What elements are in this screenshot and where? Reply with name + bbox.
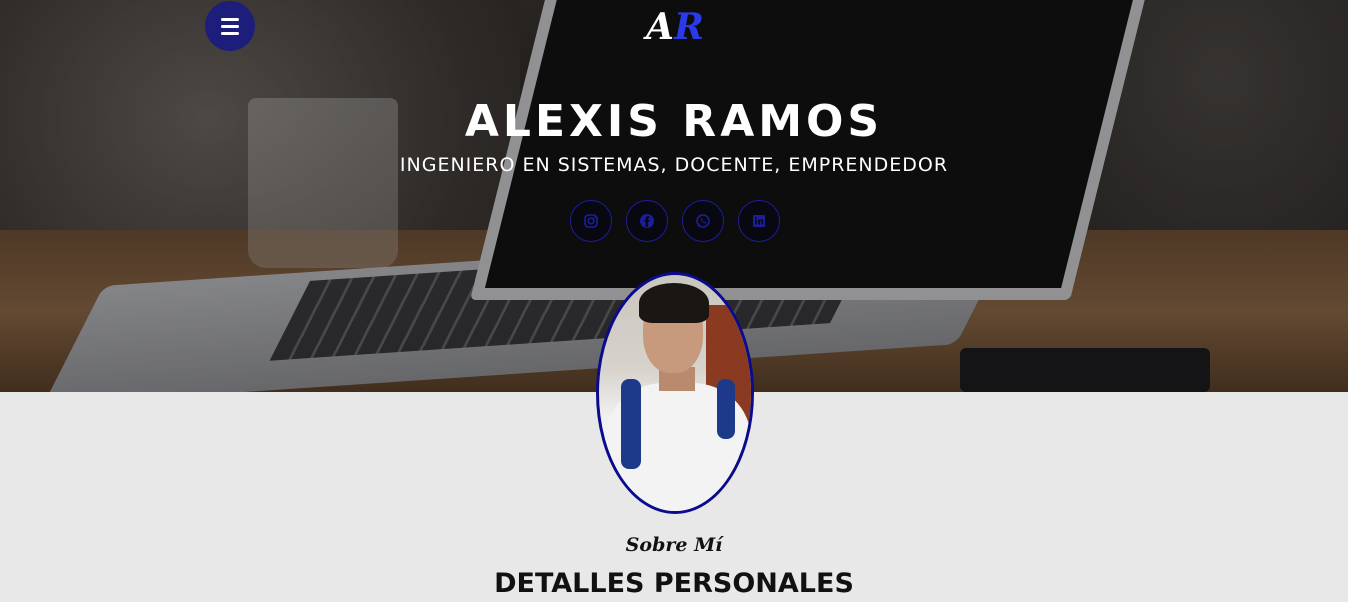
site-logo[interactable]: AR (646, 6, 716, 50)
section-kicker: Sobre Mí (625, 534, 723, 556)
section-title: DETALLES PERSONALES (494, 568, 854, 599)
instagram-icon[interactable] (570, 200, 612, 242)
hamburger-icon[interactable] (205, 1, 255, 51)
profile-avatar (596, 272, 754, 514)
facebook-icon[interactable] (626, 200, 668, 242)
hero-name: ALEXIS RAMOS (464, 96, 884, 147)
social-links (570, 200, 782, 244)
whatsapp-icon[interactable] (682, 200, 724, 242)
logo-letter-a: A (646, 6, 674, 48)
linkedin-icon[interactable] (738, 200, 780, 242)
hero-tagline: INGENIERO EN SISTEMAS, DOCENTE, EMPRENDE… (399, 154, 949, 176)
logo-letter-r: R (673, 6, 704, 48)
